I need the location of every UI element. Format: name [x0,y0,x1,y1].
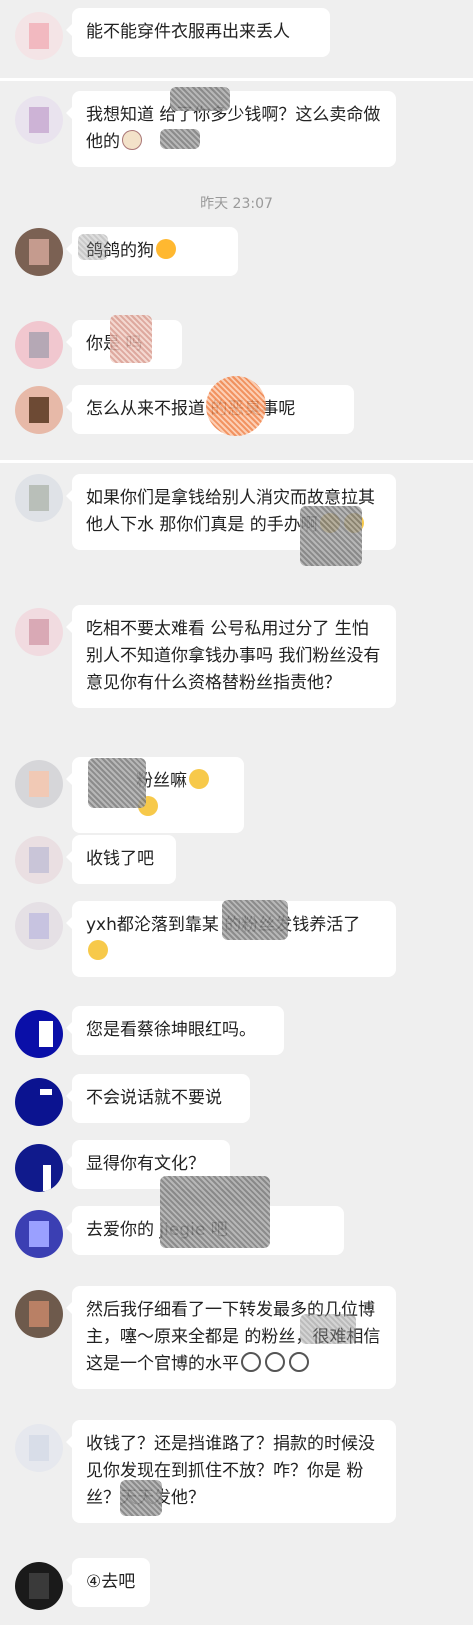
message-row: 不会说话就不要说 [0,1074,473,1140]
message-bubble[interactable]: 您是看蔡徐坤眼红吗。 [66,1006,284,1055]
message-bubble[interactable]: 我想知道 给了你多少钱啊？这么卖命做他的 [66,91,396,167]
scared-emoji-icon [265,1352,285,1372]
avatar[interactable] [15,386,63,434]
message-row: yxh都沦落到靠某 的粉丝发钱养活了 [0,896,473,1006]
censor-scribble [300,1314,356,1344]
message-row: 怎么从来不报道 的恶臭事呢 [0,376,473,458]
avatar[interactable] [15,1010,63,1058]
message-row: 收钱了？还是挡谁路了？捐款的时候没见你发现在到抓住不放？咋？你是 粉丝？天天发他… [0,1420,473,1544]
message-text: 您是看蔡徐坤眼红吗。 [86,1020,256,1040]
avatar[interactable] [15,836,63,884]
censor-scribble [222,900,288,940]
avatar[interactable] [15,1210,63,1258]
message-text: 收钱了吧 [86,849,154,869]
message-text: 显得你有文化？ [86,1154,205,1174]
message-bubble[interactable]: ④去吧 [66,1558,150,1607]
avatar[interactable] [15,12,63,60]
message-row: 你是 吗 [0,315,473,377]
avatar[interactable] [15,1562,63,1610]
message-row: 然后我仔细看了一下转发最多的几位博主，噻～原来全都是 的粉丝，很难相信这是一个官… [0,1286,473,1420]
message-row: 收钱了吧 [0,830,473,892]
scared-emoji-icon [241,1352,261,1372]
avatar[interactable] [15,228,63,276]
message-row: ④去吧 [0,1558,473,1625]
message-row: 我想知道 给了你多少钱啊？这么卖命做他的 [0,81,473,181]
message-row: 能不能穿件衣服再出来丢人 [0,0,473,78]
message-row: 您是看蔡徐坤眼红吗。 [0,1006,473,1072]
avatar[interactable] [15,1078,63,1126]
avatar[interactable] [15,1290,63,1338]
message-row: 鸽鸽的狗 [0,222,473,292]
censor-scribble [110,315,152,363]
message-text: ④去吧 [86,1572,136,1592]
message-text: 能不能穿件衣服再出来丢人 [86,22,290,42]
avatar[interactable] [15,1424,63,1472]
censor-scribble [170,87,230,111]
avatar[interactable] [15,760,63,808]
message-bubble[interactable]: 不会说话就不要说 [66,1074,250,1123]
message-bubble[interactable]: 能不能穿件衣服再出来丢人 [66,8,330,57]
censor-scribble [160,129,200,149]
avatar[interactable] [15,321,63,369]
smile-emoji-icon [88,940,108,960]
message-text: 吃相不要太难看 公号私用过分了 生怕别人不知道你拿钱办事吗 我们粉丝没有意见你有… [86,619,381,693]
message-bubble[interactable]: 收钱了吧 [66,835,176,884]
dog-emoji-icon [122,130,142,150]
message-row: 吃相不要太难看 公号私用过分了 生怕别人不知道你拿钱办事吗 我们粉丝没有意见你有… [0,600,473,740]
avatar[interactable] [15,474,63,522]
message-text: 不会说话就不要说 [86,1088,222,1108]
avatar[interactable] [15,608,63,656]
censor-scribble [300,506,362,566]
heart-eyes-emoji-icon [156,239,176,259]
avatar[interactable] [15,902,63,950]
scared-emoji-icon [289,1352,309,1372]
censor-scribble [120,1480,162,1516]
message-bubble[interactable]: 吃相不要太难看 公号私用过分了 生怕别人不知道你拿钱办事吗 我们粉丝没有意见你有… [66,605,396,708]
censor-scribble [206,376,266,436]
censor-scribble [88,758,146,808]
censor-scribble [160,1176,270,1248]
roll-eyes-emoji-icon [189,769,209,789]
section-divider [0,460,473,463]
message-row: 粉丝嘛 [0,752,473,833]
avatar[interactable] [15,96,63,144]
message-row: 如果你们是拿钱给别人消灾而故意拉其他人下水 那你们真是 的手办啊 [0,466,473,591]
message-row: 去爱你的 jiegie 吧 [0,1176,473,1280]
avatar[interactable] [15,1144,63,1192]
censor-scribble [78,234,108,260]
chat-timestamp: 昨天 23:07 [200,196,273,212]
